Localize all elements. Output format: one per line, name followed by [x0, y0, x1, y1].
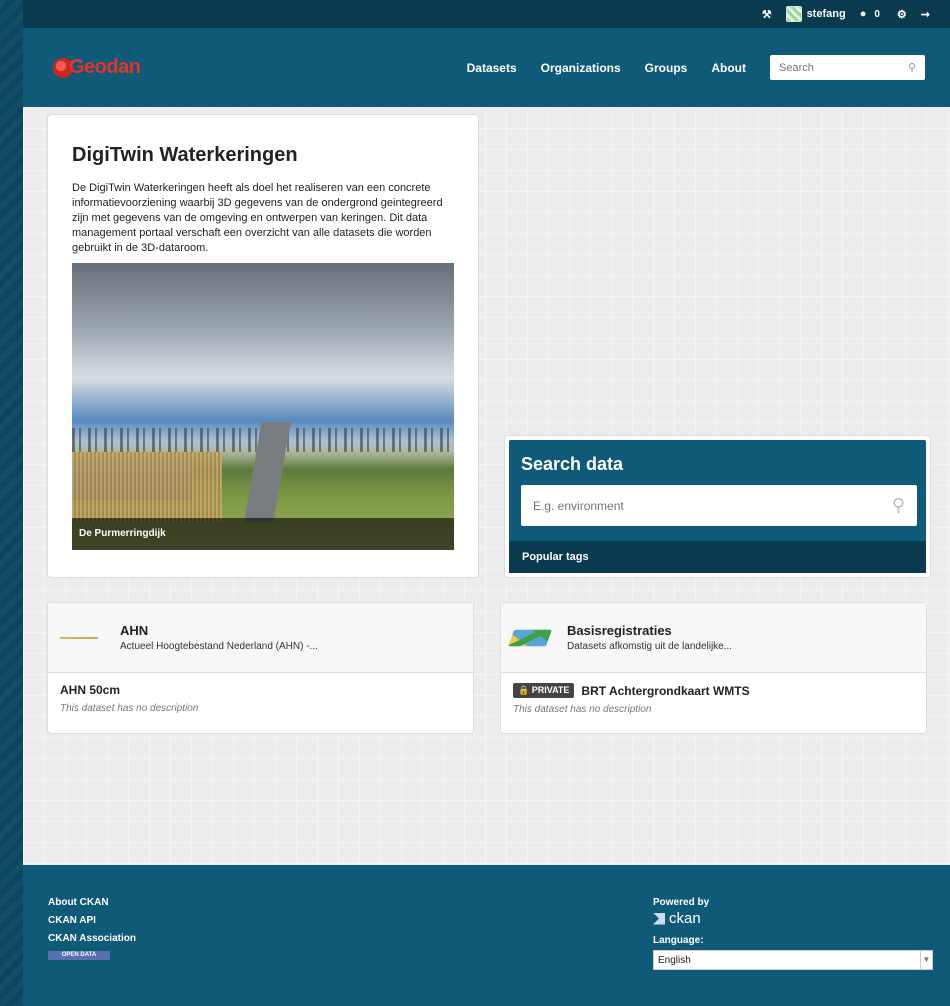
main-nav: Datasets Organizations Groups About ⚲ — [467, 55, 925, 80]
ahn-logo — [58, 624, 102, 652]
user-menu[interactable]: stefang — [785, 6, 846, 22]
ckan-icon — [653, 912, 665, 925]
private-label: PRIVATE — [531, 685, 570, 695]
ckan-logo[interactable]: ckan — [653, 910, 933, 927]
powered-by: Powered by — [653, 897, 710, 908]
header-search: ⚲ — [770, 55, 925, 80]
hero-title: DigiTwin Waterkeringen — [72, 144, 298, 166]
username: stefang — [806, 8, 846, 20]
footer-link-api[interactable]: CKAN API — [48, 915, 136, 926]
language-value: English — [658, 954, 691, 966]
nav-about[interactable]: About — [711, 61, 746, 75]
main-content: DigiTwin Waterkeringen De DigiTwin Water… — [23, 107, 950, 865]
footer-link-about[interactable]: About CKAN — [48, 897, 136, 908]
group-card-basisregistraties: Basisregistraties Datasets afkomstig uit… — [501, 603, 926, 733]
dashboard-icon: ● — [859, 8, 867, 20]
nav-datasets[interactable]: Datasets — [467, 61, 517, 75]
ckan-text: ckan — [669, 910, 701, 927]
dataset-title[interactable]: 🔒 PRIVATE BRT Achtergrondkaart WMTS — [513, 683, 914, 698]
dataset-title-text[interactable]: BRT Achtergrondkaart WMTS — [581, 684, 749, 698]
open-data-badge[interactable]: OPEN DATA — [48, 951, 110, 960]
hero-card: DigiTwin Waterkeringen De DigiTwin Water… — [48, 115, 478, 577]
lock-icon: 🔒 — [518, 685, 530, 695]
image-road — [222, 422, 302, 522]
site-logo[interactable]: Geodan — [53, 56, 141, 79]
side-pattern — [0, 0, 23, 1006]
footer-links: About CKAN CKAN API CKAN Association OPE… — [48, 897, 136, 960]
search-card: Search data ⚲ Popular tags — [505, 436, 930, 577]
group-header[interactable]: Basisregistraties Datasets afkomstig uit… — [501, 603, 926, 673]
group-description: Actueel Hoogtebestand Nederland (AHN) -.… — [120, 641, 318, 652]
private-badge: 🔒 PRIVATE — [513, 683, 575, 698]
dataset-title-text[interactable]: AHN 50cm — [60, 683, 120, 697]
dataset-description: This dataset has no description — [513, 704, 652, 715]
language-label: Language: — [653, 935, 704, 946]
dataset-description: This dataset has no description — [60, 703, 199, 714]
masthead: Geodan Datasets Organizations Groups Abo… — [23, 28, 950, 107]
sysadmin-icon[interactable]: ⚒ — [762, 8, 772, 21]
chevron-down-icon: ▼ — [920, 951, 932, 969]
search-card-inner: Search data ⚲ Popular tags — [509, 440, 926, 573]
notification-count: 0 — [871, 8, 883, 20]
dataset-search: ⚲ — [521, 485, 917, 526]
dataset-item: AHN 50cm This dataset has no description — [48, 673, 473, 724]
group-description: Datasets afkomstig uit de landelijke... — [567, 641, 733, 652]
hero-image: De Purmerringdijk — [72, 263, 454, 550]
footer-link-association[interactable]: CKAN Association — [48, 933, 136, 944]
account-masthead: ⚒ stefang ● 0 ⚙ ➞ — [23, 0, 950, 28]
header-search-input[interactable] — [779, 61, 889, 74]
search-icon[interactable]: ⚲ — [908, 61, 916, 74]
group-title[interactable]: Basisregistraties — [567, 623, 732, 638]
search-title: Search data — [521, 454, 624, 474]
basisregistraties-logo — [507, 629, 553, 646]
language-select[interactable]: English ▼ — [653, 950, 933, 970]
logout-icon[interactable]: ➞ — [921, 8, 930, 21]
dataset-title[interactable]: AHN 50cm — [60, 683, 461, 697]
image-caption: De Purmerringdijk — [72, 518, 454, 550]
image-reeds — [72, 452, 222, 522]
dataset-search-input[interactable] — [533, 498, 863, 513]
site-footer: About CKAN CKAN API CKAN Association OPE… — [23, 865, 950, 1006]
nav-organizations[interactable]: Organizations — [541, 61, 621, 75]
group-card-ahn: AHN Actueel Hoogtebestand Nederland (AHN… — [48, 603, 473, 733]
settings-icon[interactable]: ⚙ — [897, 8, 907, 21]
dashboard-link[interactable]: ● 0 — [860, 8, 883, 20]
hero-text: De DigiTwin Waterkeringen heeft als doel… — [72, 182, 443, 254]
page: ⚒ stefang ● 0 ⚙ ➞ Geodan Datasets Organi… — [23, 0, 950, 1006]
popular-tags: Popular tags — [509, 541, 926, 573]
dataset-item: 🔒 PRIVATE BRT Achtergrondkaart WMTS This… — [501, 673, 926, 725]
search-icon[interactable]: ⚲ — [892, 495, 905, 516]
nav-groups[interactable]: Groups — [645, 61, 688, 75]
group-title[interactable]: AHN — [120, 623, 318, 638]
footer-right: Powered by ckan Language: English ▼ — [653, 897, 933, 970]
avatar — [785, 6, 802, 22]
group-header[interactable]: AHN Actueel Hoogtebestand Nederland (AHN… — [48, 603, 473, 673]
logo-text: Geodan — [69, 56, 141, 78]
